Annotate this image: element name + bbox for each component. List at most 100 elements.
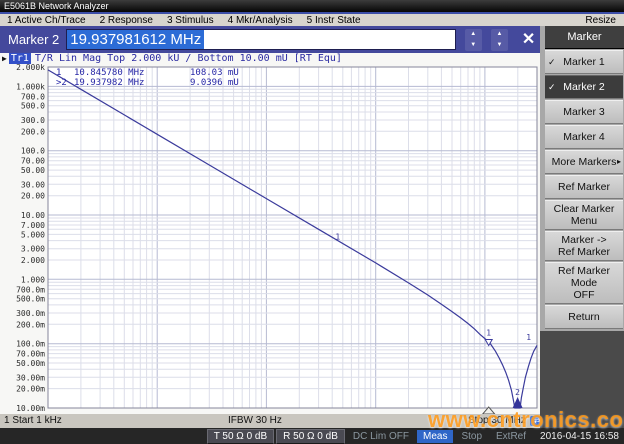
softkey-label: Marker 1 [563, 56, 604, 68]
svg-text:200.0: 200.0 [21, 127, 45, 136]
svg-text:700.0m: 700.0m [16, 285, 45, 294]
svg-text:20.00: 20.00 [21, 192, 45, 201]
svg-text:30.00m: 30.00m [16, 373, 45, 382]
svg-text:1.000k: 1.000k [16, 82, 45, 91]
stepper-fine[interactable]: ▲ ▼ [491, 29, 508, 51]
menu-bar: 1 Active Ch/Trace2 Response3 Stimulus4 M… [0, 12, 624, 26]
menu-item-4[interactable]: 4 Mkr/Analysis [221, 15, 300, 26]
softkey-header: Marker [545, 26, 624, 49]
softkey-label: Marker 2 [563, 81, 604, 93]
ifbw-label: IFBW 30 Hz [228, 415, 282, 426]
svg-text:20.00m: 20.00m [16, 385, 45, 394]
svg-text:700.0: 700.0 [21, 92, 45, 101]
arrow-down-icon[interactable]: ▼ [470, 42, 476, 48]
stop-frequency-label: Stop 30 MHz [468, 415, 526, 426]
svg-text:10.00m: 10.00m [16, 404, 45, 413]
svg-text:30.00: 30.00 [21, 180, 45, 189]
svg-text:500.0m: 500.0m [16, 295, 45, 304]
status-seg-t-50-0-db: T 50 Ω 0 dB [207, 429, 274, 444]
readout-row: 110.845780 MHz108.03 mU [56, 68, 239, 78]
window-title: E5061B Network Analyzer [0, 0, 624, 12]
close-icon[interactable]: ✕ [517, 29, 540, 51]
menu-item-2[interactable]: 2 Response [93, 15, 160, 26]
svg-text:70.00m: 70.00m [16, 350, 45, 359]
softkey-marker-2[interactable]: ✓ Marker 2 [545, 75, 623, 99]
status-seg-extref: ExtRef [490, 430, 532, 443]
svg-text:70.00: 70.00 [21, 157, 45, 166]
softkey-marker-ref-marker[interactable]: Marker -> Ref Marker [545, 231, 623, 261]
softkey-marker-1[interactable]: ✓ Marker 1 [545, 50, 623, 74]
svg-text:2: 2 [515, 388, 520, 397]
svg-text:100.0m: 100.0m [16, 340, 45, 349]
datetime-label: 2016-04-15 16:58 [534, 430, 624, 443]
arrow-down-icon[interactable]: ▼ [496, 42, 502, 48]
marker-frequency-input[interactable]: 19.937981612 MHz [66, 29, 455, 50]
svg-text:200.0m: 200.0m [16, 320, 45, 329]
softkey-label: Return [568, 311, 600, 323]
trace-title: ▶ Tr1 T/R Lin Mag Top 2.000 kU / Bottom … [0, 53, 540, 64]
readout-n: >2 [56, 78, 74, 88]
softkey-label: Clear Marker Menu [554, 203, 615, 227]
menu-item-3[interactable]: 3 Stimulus [160, 15, 221, 26]
softkey-panel: Marker ✓ Marker 1 ✓ Marker 2 Marker 3 Marker … [540, 26, 624, 428]
start-frequency-label: 1 Start 1 kHz [4, 415, 62, 426]
arrow-up-icon[interactable]: ▲ [496, 31, 502, 37]
resize-button[interactable]: Resize [585, 15, 624, 26]
readout-freq: 10.845780 MHz [74, 68, 190, 78]
softkey-label: Marker -> Ref Marker [558, 234, 610, 258]
svg-text:5.000: 5.000 [21, 230, 45, 239]
svg-text:300.0m: 300.0m [16, 309, 45, 318]
readout-val: 9.0396 mU [190, 78, 239, 88]
svg-text:2.000: 2.000 [21, 256, 45, 265]
softkey-marker-3[interactable]: Marker 3 [545, 100, 623, 124]
trace-title-text: T/R Lin Mag Top 2.000 kU / Bottom 10.00 … [35, 53, 342, 64]
menu-item-5[interactable]: 5 Instr State [300, 15, 368, 26]
trace-badge: Tr1 [9, 53, 31, 64]
svg-text:10.00: 10.00 [21, 211, 45, 220]
status-seg-stop: Stop [455, 430, 488, 443]
readout-row: >219.937982 MHz9.0396 mU [56, 78, 239, 88]
softkey-clear-marker-menu[interactable]: Clear Marker Menu [545, 200, 623, 230]
readout-freq: 19.937982 MHz [74, 78, 190, 88]
svg-text:1: 1 [335, 232, 340, 241]
status-seg-dc-lim-off: DC Lim OFF [347, 430, 415, 443]
softkey-return[interactable]: Return [545, 305, 623, 329]
status-seg-meas: Meas [417, 430, 453, 443]
stimulus-bar: 1 Start 1 kHz IFBW 30 Hz Stop 30 MHz ⇄ [0, 414, 540, 428]
readout-val: 108.03 mU [190, 68, 239, 78]
softkey-buttons: ✓ Marker 1 ✓ Marker 2 Marker 3 Marker 4 More M… [540, 49, 624, 329]
plot-area[interactable]: 2.000k1.000k700.0500.0300.0200.0100.070.… [0, 64, 540, 414]
softkey-label: Marker 4 [563, 131, 604, 143]
svg-text:1: 1 [486, 329, 491, 338]
svg-text:2.000k: 2.000k [16, 64, 45, 72]
svg-text:1: 1 [526, 333, 531, 342]
plot-svg: 2.000k1.000k700.0500.0300.0200.0100.070.… [0, 64, 540, 414]
status-segments: T 50 Ω 0 dBR 50 Ω 0 dBDC Lim OFFMeasStop… [205, 429, 532, 444]
check-icon: ✓ [548, 81, 556, 93]
entry-selected-value: 19.937981612 MHz [67, 30, 204, 49]
trace-arrow-icon: ▶ [2, 54, 7, 63]
svg-text:50.00: 50.00 [21, 166, 45, 175]
softkey-marker-4[interactable]: Marker 4 [545, 125, 623, 149]
entry-label: Marker 2 [8, 32, 59, 47]
softkey-ref-marker[interactable]: Ref Marker [545, 175, 623, 199]
app-window: E5061B Network Analyzer 1 Active Ch/Trac… [0, 0, 624, 444]
check-icon: ✓ [548, 56, 556, 68]
readout-n: 1 [56, 68, 74, 78]
status-bar: T 50 Ω 0 dBR 50 Ω 0 dBDC Lim OFFMeasStop… [0, 428, 624, 444]
stepper-coarse[interactable]: ▲ ▼ [465, 29, 482, 51]
svg-text:100.0: 100.0 [21, 147, 45, 156]
marker-entry-bar: Marker 2 19.937981612 MHz ▲ ▼ ▲ ▼ ✕ [0, 26, 540, 53]
menu-item-1[interactable]: 1 Active Ch/Trace [0, 15, 93, 26]
svg-text:7.000: 7.000 [21, 221, 45, 230]
softkey-ref-marker-mode-off[interactable]: Ref Marker Mode OFF [545, 262, 623, 304]
softkey-label: Ref Marker [558, 181, 610, 193]
softkey-label: More Markers [552, 156, 617, 168]
svg-text:3.000: 3.000 [21, 245, 45, 254]
softkey-more-markers[interactable]: More Markers▸ [545, 150, 623, 174]
arrow-up-icon[interactable]: ▲ [470, 31, 476, 37]
softkey-filler [540, 331, 624, 428]
softkey-label: Ref Marker Mode OFF [551, 265, 617, 301]
marker-readout: 110.845780 MHz108.03 mU>219.937982 MHz9.… [56, 68, 239, 88]
svg-text:500.0: 500.0 [21, 102, 45, 111]
